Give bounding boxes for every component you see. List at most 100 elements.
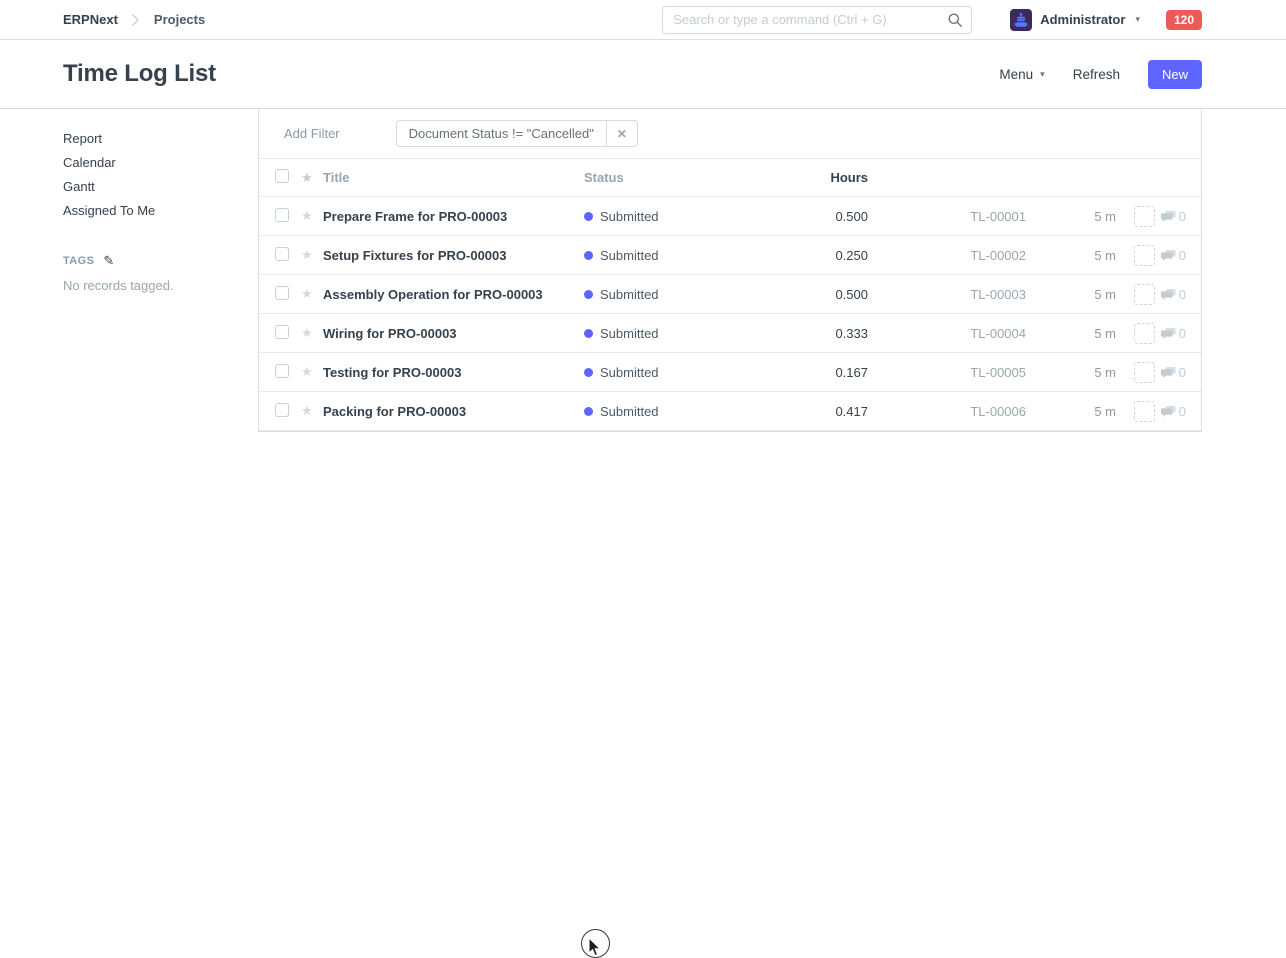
assign-placeholder[interactable] [1134, 401, 1155, 422]
status-dot [584, 368, 593, 377]
document-id[interactable]: TL-00001 [868, 209, 1026, 224]
modified-ago: 5 m [1026, 287, 1116, 302]
comment-icon [1161, 249, 1176, 262]
row-checkbox[interactable] [275, 325, 289, 339]
row-checkbox[interactable] [275, 208, 289, 222]
list-header: ★ Title Status Hours [259, 159, 1201, 197]
row-checkbox[interactable] [275, 364, 289, 378]
click-indicator [581, 929, 610, 958]
document-id[interactable]: TL-00004 [868, 326, 1026, 341]
document-id[interactable]: TL-00003 [868, 287, 1026, 302]
row-meta: 0 [1116, 206, 1186, 227]
comments[interactable]: 0 [1161, 404, 1186, 419]
column-status: Status [584, 170, 772, 185]
remove-filter-button[interactable]: ✕ [607, 120, 638, 147]
select-all-checkbox[interactable] [275, 169, 289, 183]
refresh-button[interactable]: Refresh [1073, 67, 1120, 82]
row-checkbox[interactable] [275, 403, 289, 417]
filter-condition-button[interactable]: Document Status != "Cancelled" [396, 120, 607, 147]
hours-value: 0.500 [772, 209, 868, 224]
comments[interactable]: 0 [1161, 326, 1186, 341]
comment-count: 0 [1179, 404, 1186, 419]
row-title-link[interactable]: Prepare Frame for PRO-00003 [323, 209, 507, 224]
assign-placeholder[interactable] [1134, 206, 1155, 227]
list-row[interactable]: ★ Setup Fixtures for PRO-00003 Submitted… [259, 236, 1201, 275]
document-id[interactable]: TL-00006 [868, 404, 1026, 419]
menu-button[interactable]: Menu ▾ [999, 67, 1044, 82]
navbar: ERPNext Projects Administrator ▾ 120 [0, 0, 1286, 40]
modified-ago: 5 m [1026, 326, 1116, 341]
edit-tags-icon[interactable]: ✎ [103, 253, 114, 269]
row-meta: 0 [1116, 401, 1186, 422]
status-cell: Submitted [584, 404, 772, 419]
list-row[interactable]: ★ Testing for PRO-00003 Submitted 0.167 … [259, 353, 1201, 392]
row-title-link[interactable]: Assembly Operation for PRO-00003 [323, 287, 543, 302]
status-cell: Submitted [584, 248, 772, 263]
modified-ago: 5 m [1026, 365, 1116, 380]
global-search [662, 6, 972, 34]
avatar [1010, 9, 1032, 31]
row-title-link[interactable]: Testing for PRO-00003 [323, 365, 461, 380]
comment-count: 0 [1179, 365, 1186, 380]
page-title: Time Log List [63, 60, 216, 88]
assign-placeholder[interactable] [1134, 284, 1155, 305]
app-logo[interactable]: ERPNext [63, 12, 118, 27]
row-checkbox[interactable] [275, 286, 289, 300]
row-meta: 0 [1116, 323, 1186, 344]
document-id[interactable]: TL-00005 [868, 365, 1026, 380]
page-actions: Menu ▾ Refresh New [999, 60, 1202, 89]
row-title-link[interactable]: Wiring for PRO-00003 [323, 326, 457, 341]
tags-empty-text: No records tagged. [63, 278, 238, 293]
new-button[interactable]: New [1148, 60, 1202, 89]
comment-count: 0 [1179, 209, 1186, 224]
sidebar-item-label: Calendar [63, 155, 116, 170]
row-title-link[interactable]: Setup Fixtures for PRO-00003 [323, 248, 507, 263]
document-id[interactable]: TL-00002 [868, 248, 1026, 263]
list-row[interactable]: ★ Wiring for PRO-00003 Submitted 0.333 T… [259, 314, 1201, 353]
assign-placeholder[interactable] [1134, 362, 1155, 383]
breadcrumb[interactable]: Projects [154, 12, 205, 27]
status-cell: Submitted [584, 209, 772, 224]
sidebar-item[interactable]: Assigned To Me [63, 199, 238, 223]
row-title-link[interactable]: Packing for PRO-00003 [323, 404, 466, 419]
comments[interactable]: 0 [1161, 209, 1186, 224]
assign-placeholder[interactable] [1134, 323, 1155, 344]
list-row[interactable]: ★ Assembly Operation for PRO-00003 Submi… [259, 275, 1201, 314]
sidebar-item[interactable]: Gantt [63, 175, 238, 199]
comments[interactable]: 0 [1161, 248, 1186, 263]
star-icon[interactable]: ★ [301, 325, 323, 341]
modified-ago: 5 m [1026, 209, 1116, 224]
sidebar-item[interactable]: Report [63, 127, 238, 151]
comment-icon [1161, 288, 1176, 301]
search-icon[interactable] [947, 12, 963, 33]
sidebar-item[interactable]: Calendar [63, 151, 238, 175]
mouse-cursor-icon [588, 937, 602, 957]
column-title: Title [323, 170, 584, 185]
row-checkbox[interactable] [275, 247, 289, 261]
list-row[interactable]: ★ Prepare Frame for PRO-00003 Submitted … [259, 197, 1201, 236]
star-icon[interactable]: ★ [301, 286, 323, 302]
status-cell: Submitted [584, 287, 772, 302]
chevron-down-icon: ▾ [1040, 69, 1045, 80]
user-name: Administrator [1040, 12, 1125, 27]
star-icon: ★ [301, 170, 323, 186]
star-icon[interactable]: ★ [301, 247, 323, 263]
add-filter-button[interactable]: Add Filter [274, 120, 350, 147]
star-icon[interactable]: ★ [301, 208, 323, 224]
list-row[interactable]: ★ Packing for PRO-00003 Submitted 0.417 … [259, 392, 1201, 431]
assign-placeholder[interactable] [1134, 245, 1155, 266]
comments[interactable]: 0 [1161, 365, 1186, 380]
status-cell: Submitted [584, 365, 772, 380]
comments[interactable]: 0 [1161, 287, 1186, 302]
modified-ago: 5 m [1026, 248, 1116, 263]
search-input[interactable] [662, 6, 972, 34]
user-menu[interactable]: Administrator ▾ [1010, 9, 1140, 31]
page-header: Time Log List Menu ▾ Refresh New [0, 40, 1286, 108]
star-icon[interactable]: ★ [301, 364, 323, 380]
star-icon[interactable]: ★ [301, 403, 323, 419]
robot-icon [1013, 12, 1029, 28]
active-filter-chip: Document Status != "Cancelled" ✕ [396, 120, 638, 147]
notifications-badge[interactable]: 120 [1166, 10, 1202, 30]
filter-area: Add Filter Document Status != "Cancelled… [259, 109, 1201, 159]
breadcrumb-chevron-icon [132, 13, 140, 27]
